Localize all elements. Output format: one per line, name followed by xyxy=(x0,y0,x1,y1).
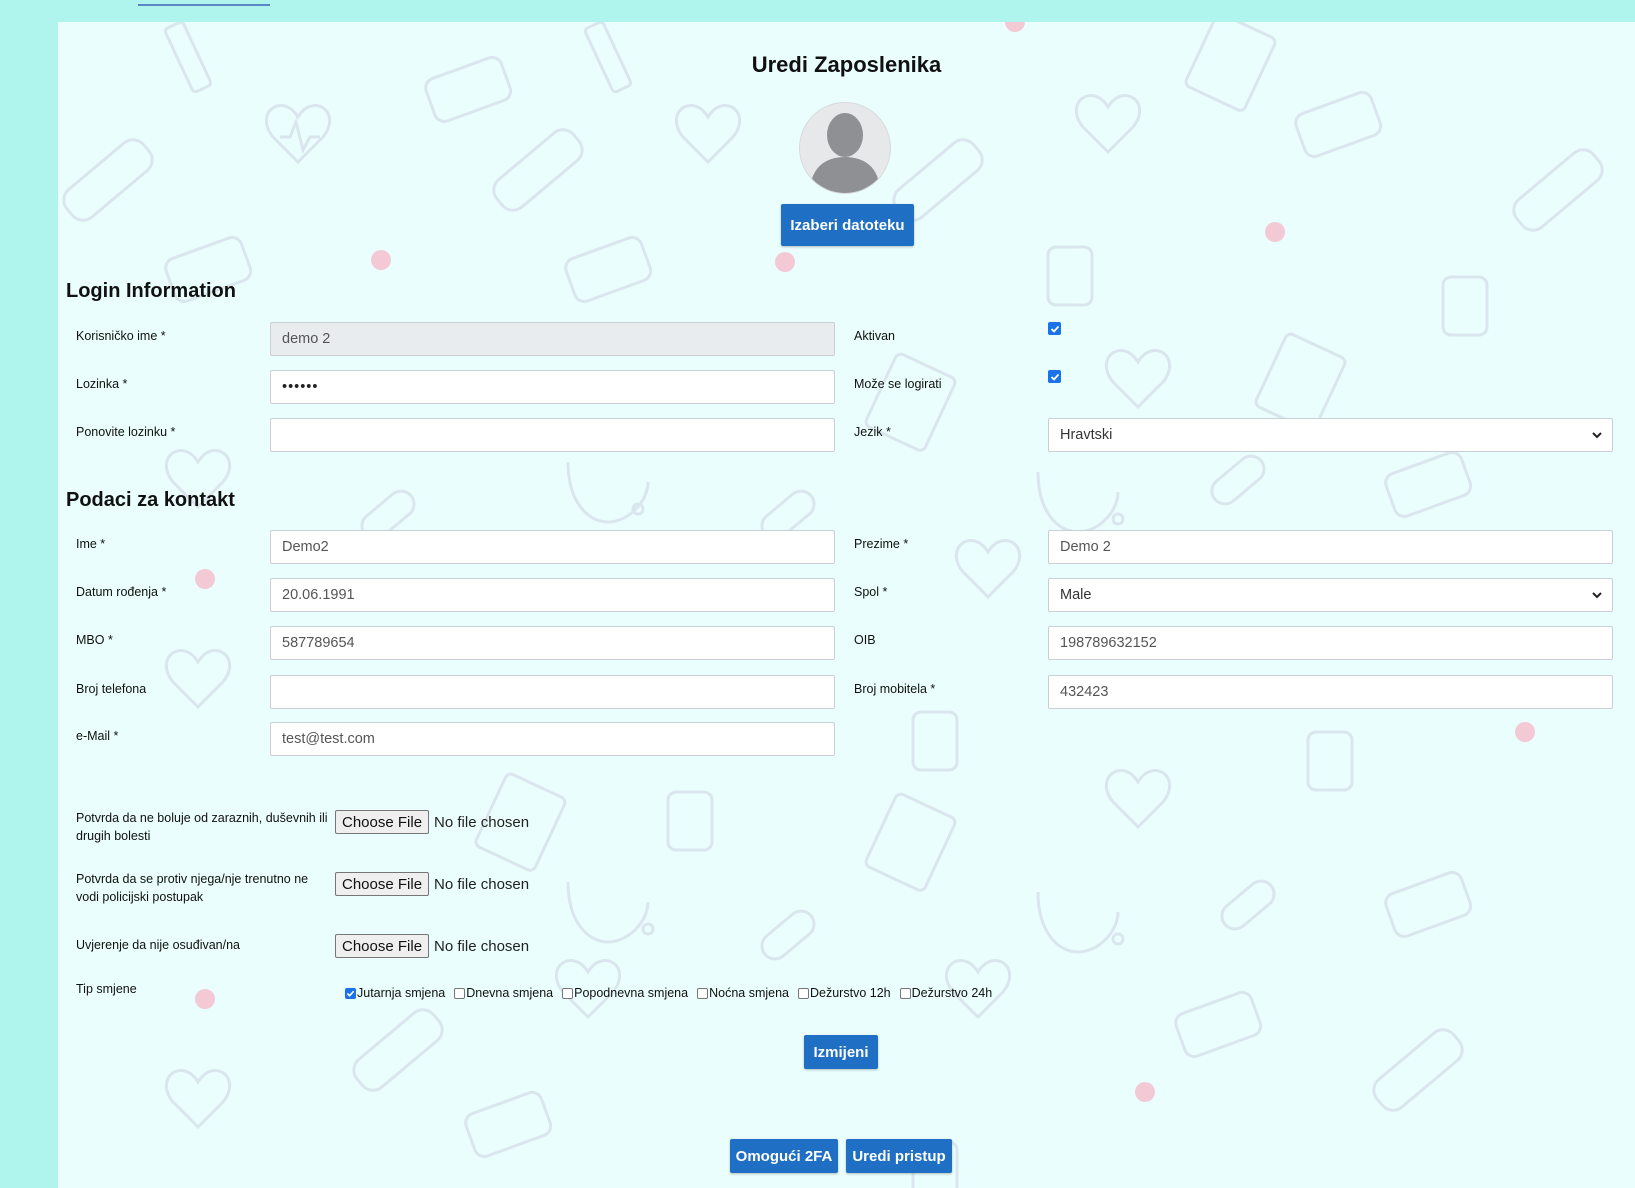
shift-option-afternoon[interactable]: Popodnevna smjena xyxy=(562,986,688,1000)
file-input-conviction[interactable]: Choose File No file chosen xyxy=(335,934,529,958)
shift-option-label: Dežurstvo 12h xyxy=(810,986,891,1000)
document-label-health: Potvrda da ne boluje od zaraznih, duševn… xyxy=(76,809,328,845)
shift-option-label: Popodnevna smjena xyxy=(574,986,689,1000)
edit-access-button[interactable]: Uredi pristup xyxy=(846,1139,952,1173)
shift-option-duty-24h[interactable]: Dežurstvo 24h xyxy=(899,986,993,1000)
last-name-label: Prezime * xyxy=(854,537,909,551)
language-value: Hravtski xyxy=(1060,427,1113,443)
can-login-checkbox[interactable] xyxy=(1048,370,1061,383)
birth-date-label: Datum rođenja * xyxy=(76,585,167,599)
shift-type-label: Tip smjene xyxy=(76,982,137,996)
chevron-down-icon xyxy=(1592,592,1602,599)
submit-button[interactable]: Izmijeni xyxy=(804,1035,878,1069)
email-label: e-Mail * xyxy=(76,729,119,743)
choose-file-button[interactable]: Choose File xyxy=(335,810,430,834)
top-tab-indicator xyxy=(138,4,270,6)
username-label: Korisničko ime * xyxy=(76,329,166,343)
active-checkbox[interactable] xyxy=(1048,322,1061,335)
password-label: Lozinka * xyxy=(76,377,128,391)
edit-employee-panel: Uredi Zaposlenika Izaberi datoteku Login… xyxy=(58,22,1635,1188)
gender-label: Spol * xyxy=(854,585,888,599)
shift-checkbox[interactable] xyxy=(899,987,911,999)
checkmark-icon xyxy=(346,990,355,997)
shift-option-day[interactable]: Dnevna smjena xyxy=(454,986,553,1000)
mbo-label: MBO * xyxy=(76,633,113,647)
shift-option-label: Dežurstvo 24h xyxy=(911,986,993,1000)
language-select[interactable]: Hravtski xyxy=(1048,418,1613,452)
active-label: Aktivan xyxy=(854,329,895,343)
gender-select[interactable]: Male xyxy=(1048,578,1613,612)
choose-image-button[interactable]: Izaberi datoteku xyxy=(781,204,914,246)
repeat-password-input[interactable] xyxy=(270,418,835,452)
first-name-input[interactable]: Demo2 xyxy=(270,530,835,564)
avatar xyxy=(799,102,891,194)
phone-input[interactable] xyxy=(270,675,835,709)
shift-type-options: Jutarnja smjena Dnevna smjena Popodnevna… xyxy=(345,986,1001,1000)
user-silhouette-icon xyxy=(810,113,880,193)
mobile-label: Broj mobitela * xyxy=(854,682,936,696)
no-file-text: No file chosen xyxy=(434,937,530,955)
shift-checkbox[interactable] xyxy=(345,987,356,999)
birth-date-input[interactable]: 20.06.1991 xyxy=(270,578,835,612)
document-label-line: vodi policijski postupak xyxy=(76,890,204,904)
shift-option-label: Noćna smjena xyxy=(709,986,789,1000)
no-file-text: No file chosen xyxy=(434,875,530,893)
page-title: Uredi Zaposlenika xyxy=(751,52,942,77)
shift-checkbox[interactable] xyxy=(798,987,809,999)
choose-file-button[interactable]: Choose File xyxy=(335,872,430,896)
oib-input[interactable]: 198789632152 xyxy=(1048,626,1613,660)
shift-checkbox[interactable] xyxy=(454,987,466,999)
no-file-text: No file chosen xyxy=(434,813,530,831)
document-label-conviction: Uvjerenje da nije osuđivan/na xyxy=(76,938,240,952)
username-input[interactable]: demo 2 xyxy=(270,322,835,356)
document-label-line: Potvrda da ne boluje od zaraznih, duševn… xyxy=(76,811,328,825)
email-input[interactable]: test@test.com xyxy=(270,722,835,756)
chevron-down-icon xyxy=(1592,432,1602,439)
mbo-input[interactable]: 587789654 xyxy=(270,626,835,660)
first-name-label: Ime * xyxy=(76,537,106,551)
document-label-police: Potvrda da se protiv njega/nje trenutno … xyxy=(76,870,308,906)
file-input-health[interactable]: Choose File No file chosen xyxy=(335,810,529,834)
checkmark-icon xyxy=(1050,325,1059,333)
phone-label: Broj telefona xyxy=(76,682,147,696)
enable-2fa-button[interactable]: Omogući 2FA xyxy=(730,1139,838,1173)
shift-option-label: Jutarnja smjena xyxy=(357,986,446,1000)
can-login-label: Može se logirati xyxy=(854,377,942,391)
gender-value: Male xyxy=(1060,587,1092,603)
repeat-password-label: Ponovite lozinku * xyxy=(76,425,176,439)
shift-option-morning[interactable]: Jutarnja smjena xyxy=(345,986,445,1000)
password-input[interactable]: •••••• xyxy=(270,370,835,404)
oib-label: OIB xyxy=(854,633,876,647)
choose-file-button[interactable]: Choose File xyxy=(335,934,430,958)
document-label-line: Potvrda da se protiv njega/nje trenutno … xyxy=(76,872,309,886)
shift-option-duty-12h[interactable]: Dežurstvo 12h xyxy=(798,986,891,1000)
login-section-title: Login Information xyxy=(66,280,236,302)
shift-option-night[interactable]: Noćna smjena xyxy=(697,986,789,1000)
shift-checkbox[interactable] xyxy=(697,987,709,999)
shift-option-label: Dnevna smjena xyxy=(466,986,554,1000)
shift-checkbox[interactable] xyxy=(562,987,574,999)
document-label-line: drugih bolesti xyxy=(76,829,151,843)
mobile-input[interactable]: 432423 xyxy=(1048,675,1613,709)
last-name-input[interactable]: Demo 2 xyxy=(1048,530,1613,564)
checkmark-icon xyxy=(1050,373,1059,381)
file-input-police[interactable]: Choose File No file chosen xyxy=(335,872,529,896)
contact-section-title: Podaci za kontakt xyxy=(66,489,235,511)
language-label: Jezik * xyxy=(854,425,891,439)
